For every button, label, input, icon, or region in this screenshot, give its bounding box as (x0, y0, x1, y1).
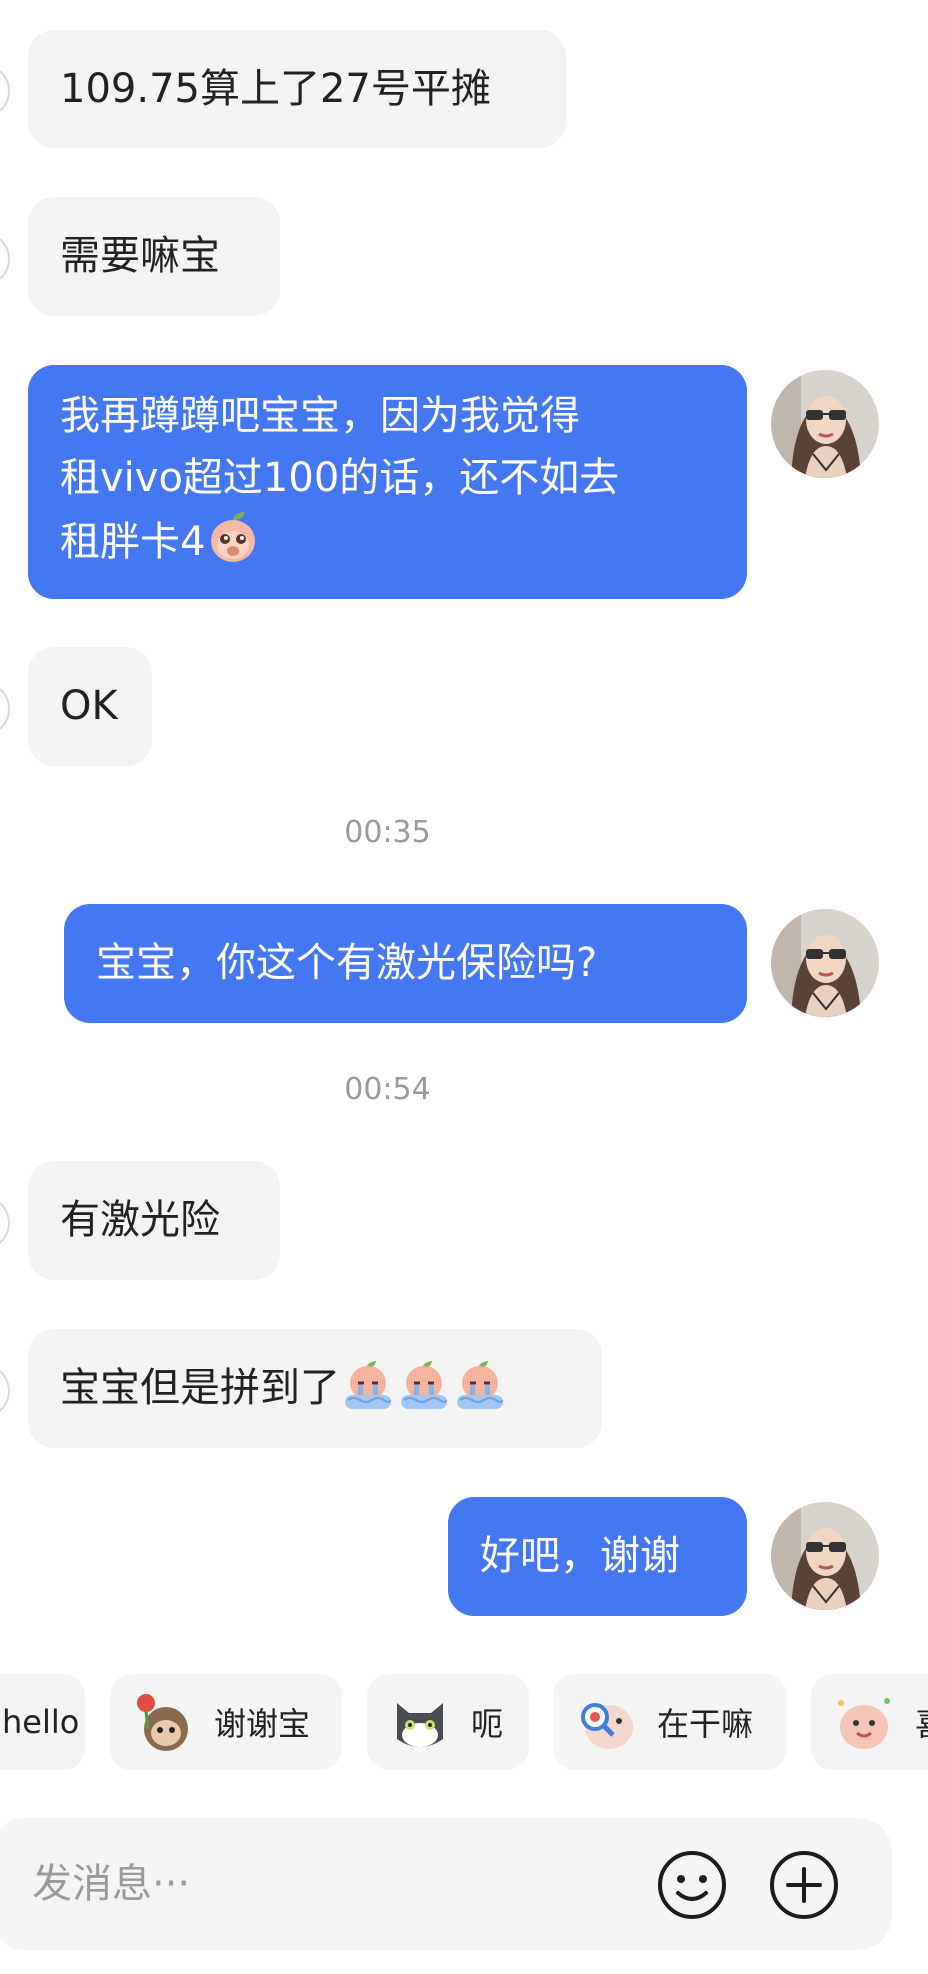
quick-reply-happy[interactable]: 喜 (811, 1674, 928, 1770)
message-input-bar: 发消息··· (0, 1818, 892, 1950)
quick-reply-thanks[interactable]: 谢谢宝 (110, 1674, 342, 1770)
message-text: 需要嘛宝 (60, 233, 220, 279)
magnifier-peach-sticker (581, 1703, 633, 1749)
timestamp: 00:54 (344, 1072, 431, 1107)
contact-avatar-edge[interactable] (0, 1364, 10, 1418)
smiley-icon[interactable] (656, 1849, 728, 1921)
my-avatar[interactable] (771, 370, 879, 478)
outgoing-message[interactable]: 好吧，谢谢 (448, 1497, 747, 1616)
flower-monkey-sticker (137, 1694, 188, 1751)
outgoing-message[interactable]: 我再蹲蹲吧宝宝，因为我觉得 租vivo超过100的话，还不如去 租胖卡4 (28, 365, 747, 599)
contact-avatar-edge[interactable] (0, 682, 10, 736)
incoming-message[interactable]: 宝宝但是拼到了 (28, 1329, 602, 1448)
message-input[interactable]: 发消息··· (32, 1854, 190, 1914)
message-text: 宝宝，你这个有激光保险吗? (96, 940, 598, 986)
incoming-message[interactable]: 需要嘛宝 (28, 197, 280, 316)
avatar-photo (771, 909, 879, 1017)
incoming-message[interactable]: 109.75算上了27号平摊 (28, 30, 566, 148)
quick-reply-hello[interactable]: hello (0, 1674, 85, 1770)
quick-reply-what-doing[interactable]: 在干嘛 (553, 1674, 787, 1770)
contact-avatar-edge[interactable] (0, 232, 10, 286)
message-text: OK (60, 683, 118, 729)
timestamp: 00:35 (344, 815, 431, 850)
quick-reply-label: 谢谢宝 (214, 1705, 311, 1743)
quick-reply-label: 在干嘛 (657, 1705, 754, 1743)
avatar-photo (771, 1502, 879, 1610)
gray-cat-sticker (397, 1703, 443, 1747)
plus-icon[interactable] (768, 1849, 840, 1921)
sad-peach-emoji (340, 1359, 396, 1411)
quick-reply-bar: hello 谢谢宝 呃 在干嘛 (0, 1672, 928, 1772)
message-line: 租vivo超过100的话，还不如去 (60, 455, 620, 501)
quick-reply-label: 喜 (915, 1699, 928, 1745)
quick-reply-label: 呃 (471, 1705, 504, 1743)
my-avatar[interactable] (771, 1502, 879, 1610)
incoming-message[interactable]: OK (28, 647, 152, 766)
chat-area: 109.75算上了27号平摊 需要嘛宝 我再蹲蹲吧宝宝，因为我觉得 租vivo超… (0, 0, 928, 1790)
message-text: 好吧，谢谢 (480, 1533, 680, 1579)
message-line: 租胖卡4 (60, 519, 206, 565)
outgoing-message[interactable]: 宝宝，你这个有激光保险吗? (64, 904, 747, 1023)
my-avatar[interactable] (771, 909, 879, 1017)
party-peach-sticker (838, 1698, 890, 1749)
avatar-photo (771, 370, 879, 478)
quick-reply-er[interactable]: 呃 (367, 1674, 529, 1770)
sad-peach-emoji (396, 1359, 452, 1411)
message-text: 有激光险 (60, 1197, 220, 1243)
contact-avatar-edge[interactable] (0, 1196, 10, 1250)
message-text: 宝宝但是拼到了 (60, 1365, 340, 1411)
message-line: 我再蹲蹲吧宝宝，因为我觉得 (60, 393, 580, 439)
crying-peach-emoji (205, 509, 261, 565)
message-text: 109.75算上了27号平摊 (60, 66, 491, 112)
incoming-message[interactable]: 有激光险 (28, 1161, 280, 1280)
contact-avatar-edge[interactable] (0, 64, 10, 118)
sad-peach-emoji (452, 1359, 508, 1411)
quick-reply-label: hello (2, 1703, 80, 1741)
